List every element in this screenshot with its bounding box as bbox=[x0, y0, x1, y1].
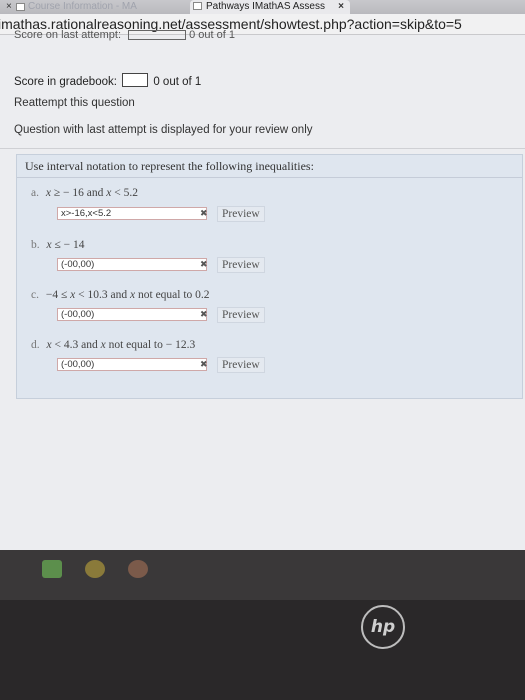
part-a-preview-button[interactable]: Preview bbox=[217, 206, 265, 222]
part-a-prompt: a. x ≥ − 16 and x < 5.2 bbox=[31, 187, 138, 199]
tab-close-icon[interactable]: × bbox=[6, 0, 12, 14]
tab-course-information[interactable]: Course Information - MA bbox=[28, 0, 178, 14]
browser-tab-strip: × Course Information - MA Pathways IMath… bbox=[0, 0, 525, 14]
math-relation: ≤ bbox=[54, 239, 61, 251]
math-var: x bbox=[100, 339, 106, 351]
gradebook-value: 0 out of 1 bbox=[153, 76, 202, 88]
tab-close-icon[interactable]: × bbox=[338, 0, 344, 14]
math-value: −4 bbox=[45, 289, 59, 301]
math-joiner: and bbox=[81, 339, 98, 351]
math-value: 0.2 bbox=[195, 289, 210, 301]
math-relation: < bbox=[114, 187, 121, 199]
page-icon bbox=[193, 2, 202, 10]
part-label: c. bbox=[31, 289, 39, 301]
chrome-icon[interactable] bbox=[85, 560, 105, 578]
math-relation: < bbox=[54, 339, 61, 351]
laptop-bezel bbox=[0, 600, 525, 700]
reattempt-link[interactable]: Reattempt this question bbox=[14, 97, 135, 109]
question-instructions: Use interval notation to represent the f… bbox=[25, 159, 314, 173]
gradebook-score-box bbox=[122, 73, 149, 87]
math-var: x bbox=[70, 289, 76, 301]
part-b-prompt: b. x ≤ − 14 bbox=[31, 239, 85, 251]
math-var: x bbox=[45, 187, 51, 199]
math-relation: < bbox=[78, 289, 85, 301]
part-label: b. bbox=[31, 239, 40, 251]
part-a-answer-input[interactable]: x>-16,x<5.2 bbox=[57, 207, 207, 220]
part-label: a. bbox=[31, 187, 39, 199]
math-value: − 16 bbox=[63, 187, 84, 199]
math-var: x bbox=[130, 289, 136, 301]
part-d-answer-input[interactable]: (-00,00) bbox=[57, 358, 207, 371]
math-value: 5.2 bbox=[123, 187, 138, 199]
math-joiner: and bbox=[110, 289, 128, 301]
part-c-prompt: c. −4 ≤ x < 10.3 and x not equal to 0.2 bbox=[31, 289, 210, 301]
question-panel: Use interval notation to represent the f… bbox=[16, 154, 523, 399]
hp-logo: hp bbox=[361, 605, 405, 649]
part-c-preview-button[interactable]: Preview bbox=[217, 307, 265, 323]
part-d-prompt: d. x < 4.3 and x not equal to − 12.3 bbox=[31, 339, 195, 351]
math-value: 10.3 bbox=[87, 289, 108, 301]
tab-title: Pathways IMathAS Assess bbox=[206, 1, 325, 12]
part-d-preview-button[interactable]: Preview bbox=[217, 357, 265, 373]
math-relation: ≥ bbox=[53, 187, 61, 199]
x-mark-icon: ✖ bbox=[200, 208, 208, 218]
math-value: − 12.3 bbox=[165, 339, 196, 351]
x-mark-icon: ✖ bbox=[200, 359, 208, 369]
part-label: d. bbox=[31, 339, 40, 351]
part-b-preview-button[interactable]: Preview bbox=[217, 257, 265, 273]
part-b-answer-input[interactable]: (-00,00) bbox=[57, 258, 207, 271]
tab-pathways-assessment[interactable]: Pathways IMathAS Assess × bbox=[190, 0, 350, 14]
app-icon[interactable] bbox=[128, 560, 148, 578]
excel-icon[interactable] bbox=[42, 560, 62, 578]
math-text: not equal to bbox=[138, 289, 193, 301]
gradebook-label: Score in gradebook: bbox=[14, 76, 117, 88]
assessment-page: Score on last attempt: 0 out of 1 Score … bbox=[0, 29, 525, 550]
math-var: x bbox=[46, 239, 52, 251]
math-value: 4.3 bbox=[63, 339, 79, 351]
x-mark-icon: ✖ bbox=[200, 309, 208, 319]
review-note: Question with last attempt is displayed … bbox=[14, 124, 313, 136]
math-var: x bbox=[46, 339, 52, 351]
math-joiner: and bbox=[86, 187, 104, 199]
divider bbox=[0, 148, 525, 149]
score-in-gradebook: Score in gradebook: 0 out of 1 bbox=[14, 73, 201, 88]
part-c-answer-input[interactable]: (-00,00) bbox=[57, 308, 207, 321]
math-var: x bbox=[106, 187, 112, 199]
score-last-attempt-label: Score on last attempt: bbox=[14, 29, 121, 41]
x-mark-icon: ✖ bbox=[200, 259, 208, 269]
score-last-attempt: Score on last attempt: 0 out of 1 bbox=[14, 29, 235, 41]
score-box bbox=[128, 30, 187, 41]
math-value: − 14 bbox=[63, 239, 85, 251]
divider bbox=[17, 177, 522, 178]
math-relation: ≤ bbox=[60, 289, 68, 301]
score-last-attempt-value: 0 out of 1 bbox=[189, 29, 235, 41]
taskbar bbox=[0, 550, 525, 600]
page-icon bbox=[16, 3, 25, 11]
math-text: not equal to bbox=[108, 339, 163, 351]
